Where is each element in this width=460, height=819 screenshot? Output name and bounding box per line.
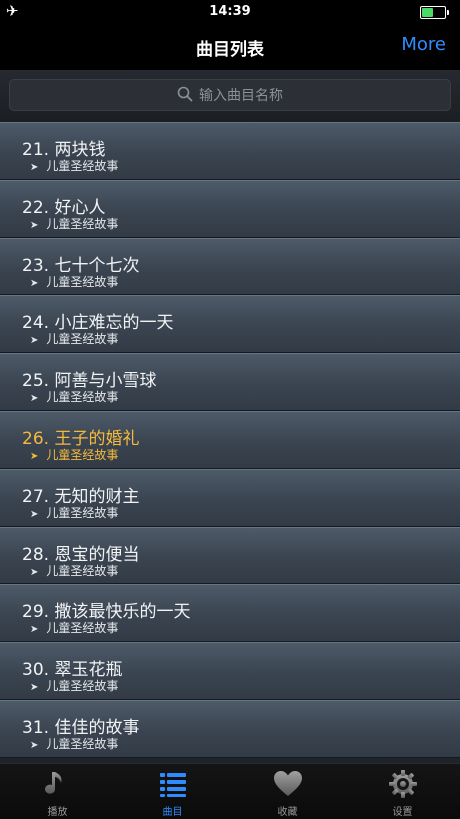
track-subtitle: ➤ 儿童圣经故事 [30, 215, 118, 232]
track-subtitle-text: 儿童圣经故事 [46, 390, 119, 405]
heart-icon [230, 769, 345, 799]
track-subtitle-text: 儿童圣经故事 [46, 621, 119, 636]
search-placeholder-wrap: 输入曲目名称 [10, 85, 450, 106]
track-row[interactable]: 22. 好心人 ➤ 儿童圣经故事 [0, 179, 460, 238]
track-row[interactable]: 30. 翠玉花瓶 ➤ 儿童圣经故事 [0, 642, 460, 700]
play-arrow-icon: ➤ [30, 219, 39, 231]
search-input[interactable]: 输入曲目名称 [9, 79, 451, 111]
track-subtitle: ➤ 儿童圣经故事 [30, 388, 118, 405]
play-arrow-icon: ➤ [30, 682, 39, 694]
track-subtitle-text: 儿童圣经故事 [46, 679, 119, 694]
navigation-bar: 曲目列表 More [0, 24, 460, 70]
tab-label: 收藏 [277, 807, 298, 818]
search-area: 输入曲目名称 [0, 70, 460, 122]
play-arrow-icon: ➤ [30, 335, 39, 347]
track-row[interactable]: 27. 无知的财主 ➤ 儿童圣经故事 [0, 468, 460, 527]
song-list: 21. 两块钱 ➤ 儿童圣经故事 22. 好心人 ➤ 儿童圣经故事 23. 七十个七次 ➤ 儿童… [0, 122, 460, 763]
track-subtitle: ➤ 儿童圣经故事 [30, 157, 118, 174]
music-note-icon [0, 769, 115, 799]
track-subtitle: ➤ 儿童圣经故事 [30, 677, 118, 694]
track-row[interactable]: 24. 小庄难忘的一天 ➤ 儿童圣经故事 [0, 295, 460, 354]
track-subtitle: ➤ 儿童圣经故事 [30, 273, 118, 290]
tab-settings[interactable]: 设置 [345, 764, 460, 819]
play-arrow-icon: ➤ [30, 450, 39, 462]
status-time: 14:39 [209, 4, 251, 19]
more-button[interactable]: More [401, 34, 446, 55]
play-arrow-icon: ➤ [30, 162, 39, 173]
tab-label: 曲目 [162, 807, 183, 818]
tab-favorites[interactable]: 收藏 [230, 764, 345, 819]
list-icon [115, 769, 230, 799]
gear-icon [345, 769, 460, 799]
track-subtitle-text: 儿童圣经故事 [46, 563, 119, 578]
battery-fill [422, 8, 433, 17]
track-row[interactable]: 25. 阿善与小雪球 ➤ 儿童圣经故事 [0, 353, 460, 411]
track-row[interactable]: 23. 七十个七次 ➤ 儿童圣经故事 [0, 237, 460, 296]
play-arrow-icon: ➤ [30, 393, 39, 405]
track-subtitle: ➤ 儿童圣经故事 [30, 619, 118, 636]
track-subtitle: ➤ 儿童圣经故事 [30, 504, 118, 521]
track-row[interactable]: 21. 两块钱 ➤ 儿童圣经故事 [0, 122, 460, 180]
track-subtitle: ➤ 儿童圣经故事 [30, 735, 118, 752]
play-arrow-icon: ➤ [30, 739, 39, 751]
search-icon [177, 86, 193, 106]
play-arrow-icon: ➤ [30, 277, 39, 289]
status-bar: ✈ 14:39 [0, 0, 460, 24]
track-subtitle-text: 儿童圣经故事 [46, 447, 119, 462]
track-subtitle-text: 儿童圣经故事 [46, 736, 119, 751]
track-subtitle-text: 儿童圣经故事 [46, 332, 119, 347]
track-subtitle-text: 儿童圣经故事 [46, 274, 119, 289]
track-subtitle-text: 儿童圣经故事 [46, 216, 119, 231]
play-arrow-icon: ➤ [30, 508, 39, 520]
track-row[interactable]: 26. 王子的婚礼 ➤ 儿童圣经故事 [0, 410, 460, 469]
play-arrow-icon: ➤ [30, 566, 39, 578]
track-subtitle: ➤ 儿童圣经故事 [30, 446, 118, 463]
track-subtitle: ➤ 儿童圣经故事 [30, 330, 118, 347]
tab-play[interactable]: 播放 [0, 764, 115, 819]
track-subtitle-text: 儿童圣经故事 [46, 159, 119, 173]
track-subtitle: ➤ 儿童圣经故事 [30, 562, 118, 579]
track-row[interactable]: 28. 恩宝的便当 ➤ 儿童圣经故事 [0, 526, 460, 585]
page-title: 曲目列表 [196, 40, 264, 60]
battery-tip [447, 10, 449, 15]
tab-label: 设置 [392, 807, 413, 818]
battery-icon [420, 6, 449, 19]
track-subtitle-text: 儿童圣经故事 [46, 505, 119, 520]
search-placeholder: 输入曲目名称 [199, 88, 283, 104]
tab-tracks[interactable]: 曲目 [115, 764, 230, 819]
tab-bar: 播放 曲目 收藏 设置 [0, 763, 460, 819]
track-row[interactable]: 31. 佳佳的故事 ➤ 儿童圣经故事 [0, 699, 460, 758]
tab-label: 播放 [47, 807, 68, 818]
play-arrow-icon: ➤ [30, 624, 39, 636]
track-row[interactable]: 29. 撒该最快乐的一天 ➤ 儿童圣经故事 [0, 584, 460, 643]
